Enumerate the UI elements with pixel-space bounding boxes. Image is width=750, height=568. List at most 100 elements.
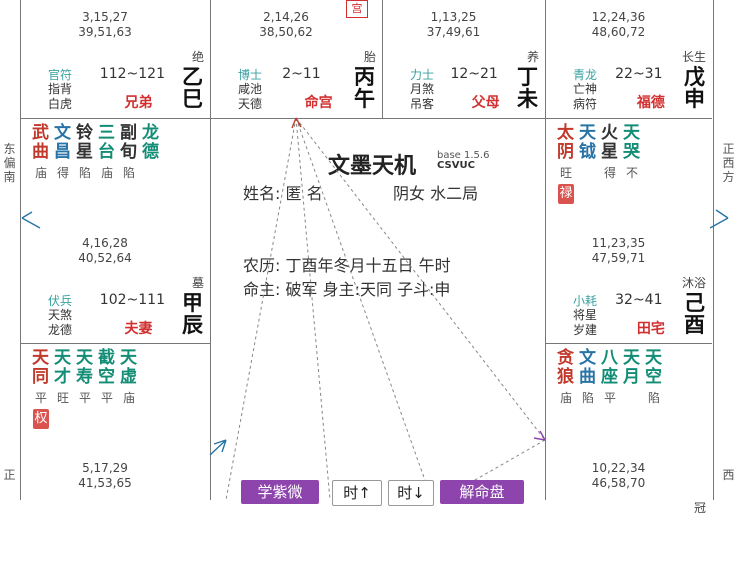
star-brightness: 庙 xyxy=(122,391,135,405)
ganzhi-label: 甲辰 xyxy=(182,291,203,337)
life-stage-label: 胎 xyxy=(363,50,376,64)
star[interactable]: 天空陷 xyxy=(645,349,663,406)
minor-star: 指背 xyxy=(48,82,73,96)
palace-you[interactable]: 太阴旺禄天钺 火星得天哭不 11,23,35 47,59,71 沐浴 己酉 小耗 将星 岁建 32… xyxy=(545,118,712,343)
star[interactable]: 火星得 xyxy=(601,124,619,204)
minor-star: 天德 xyxy=(238,97,263,111)
ganzhi-label: 己酉 xyxy=(684,291,705,337)
age-numbers-line: 38,50,62 xyxy=(259,25,313,39)
age-numbers: 3,15,27 39,51,63 xyxy=(20,10,190,40)
star-name: 武曲 xyxy=(32,123,49,162)
app-title: 文墨天机 xyxy=(328,154,417,179)
name-line: 姓名: 匿 名 xyxy=(243,184,323,203)
star-list: 武曲庙文昌得铃星陷三台庙副旬陷龙德 xyxy=(32,124,160,181)
star[interactable]: 八座平 xyxy=(601,349,619,406)
palace-name[interactable]: 兄弟 xyxy=(125,92,153,112)
direction-label: 东偏南 xyxy=(3,142,16,184)
star-brightness: 庙 xyxy=(34,166,47,180)
star-name: 天月 xyxy=(623,348,640,387)
ganzhi-label: 丁未 xyxy=(517,65,538,111)
minor-star: 天煞 xyxy=(48,308,73,322)
star[interactable]: 文曲陷 xyxy=(579,349,597,406)
star-list: 贪狼庙文曲陷八座平天月 天空陷 xyxy=(557,349,663,406)
star[interactable]: 贪狼庙 xyxy=(557,349,575,406)
star-brightness: 得 xyxy=(603,166,616,180)
star[interactable]: 铃星陷 xyxy=(76,124,94,181)
age-numbers-line: 47,59,71 xyxy=(591,251,646,265)
age-numbers-line: 5,17,29 xyxy=(82,461,128,475)
star[interactable]: 天钺 xyxy=(579,124,597,204)
star[interactable]: 天寿平 xyxy=(76,349,94,429)
minor-star: 亡神 xyxy=(573,82,598,96)
ganzhi-label: 戊申 xyxy=(684,65,705,111)
palace-name[interactable]: 命宫 xyxy=(305,92,333,112)
star[interactable]: 三台庙 xyxy=(98,124,116,181)
star[interactable]: 文昌得 xyxy=(54,124,72,181)
star[interactable]: 副旬陷 xyxy=(120,124,138,181)
star[interactable]: 天同平权 xyxy=(32,349,50,429)
interpret-chart-button[interactable]: 解命盘 xyxy=(440,480,524,504)
life-stage-label: 绝 xyxy=(191,50,204,64)
palace-shen[interactable]: 12,24,36 48,60,72 长生 戊申 青龙 亡神 病符 22~31 福德 xyxy=(545,0,712,118)
changsheng-star: 小耗 xyxy=(573,294,598,308)
star-brightness: 陷 xyxy=(78,166,91,180)
star[interactable]: 截空平 xyxy=(98,349,116,429)
learn-ziwei-button[interactable]: 学紫微 xyxy=(241,480,319,504)
star-name: 天同 xyxy=(32,348,49,387)
palace-name[interactable]: 福德 xyxy=(637,92,665,112)
palace-si[interactable]: 3,15,27 39,51,63 绝乙巳 官符 指背 白虎 112~121 兄弟 xyxy=(20,0,210,118)
star[interactable]: 武曲庙 xyxy=(32,124,50,181)
age-numbers-line: 48,60,72 xyxy=(591,25,646,39)
decade-range: 112~121 xyxy=(99,66,165,82)
star-list: 太阴旺禄天钺 火星得天哭不 xyxy=(557,124,641,204)
star-name: 龙德 xyxy=(142,123,159,162)
changsheng-star: 博士 xyxy=(238,68,263,82)
minor-star: 白虎 xyxy=(48,97,73,111)
palace-xu[interactable]: 贪狼庙文曲陷八座平天月 天空陷 10,22,34 46,58,70 冠 xyxy=(545,343,712,568)
age-numbers-line: 10,22,34 xyxy=(591,461,646,475)
hour-down-button[interactable]: 时↓ xyxy=(388,480,434,506)
star-name: 天空 xyxy=(645,348,662,387)
palace-chen[interactable]: 武曲庙文昌得铃星陷三台庙副旬陷龙德 4,16,28 40,52,64 墓甲辰 伏兵 天煞龙… xyxy=(20,118,210,343)
star-brightness: 不 xyxy=(625,166,638,180)
lunar-date-line: 农历: 丁酉年冬月十五日 午时 xyxy=(243,256,451,275)
changsheng-star: 伏兵 xyxy=(48,294,73,308)
changsheng-star: 官符 xyxy=(48,68,73,82)
hua-badge: 权 xyxy=(33,409,49,429)
star[interactable]: 太阴旺禄 xyxy=(557,124,575,204)
palace-mao[interactable]: 天同平权天才旺天寿平截空平天虚庙 5,17,29 41,53,65 xyxy=(20,343,210,568)
star-brightness: 庙 xyxy=(559,391,572,405)
age-numbers: 12,24,36 48,60,72 xyxy=(545,10,692,40)
age-numbers: 11,23,35 47,59,71 xyxy=(545,236,692,266)
star[interactable]: 天才旺 xyxy=(54,349,72,429)
palace-name[interactable]: 夫妻 xyxy=(125,318,153,338)
age-numbers-line: 2,14,26 xyxy=(263,10,309,24)
star-name: 文昌 xyxy=(54,123,71,162)
brand-label: CSVUC xyxy=(437,160,475,171)
palace-name[interactable]: 父母 xyxy=(472,92,500,112)
life-stage-label: 墓 xyxy=(191,276,204,290)
direction-label: 西 xyxy=(722,468,735,482)
star[interactable]: 天月 xyxy=(623,349,641,406)
star-name: 天才 xyxy=(54,348,71,387)
age-numbers-line: 39,51,63 xyxy=(78,25,132,39)
hour-up-button[interactable]: 时↑ xyxy=(332,480,382,506)
age-numbers-line: 40,52,64 xyxy=(78,251,132,265)
star-name: 天虚 xyxy=(120,348,137,387)
gender-line: 阴女 水二局 xyxy=(393,184,479,203)
star-name: 三台 xyxy=(98,123,115,162)
palace-name[interactable]: 田宅 xyxy=(637,318,665,338)
direction-label: 正 xyxy=(3,468,16,482)
age-numbers: 5,17,29 41,53,65 xyxy=(20,461,190,491)
changsheng-star: 力士 xyxy=(410,68,435,82)
ganzhi-label: 丙午 xyxy=(354,65,375,111)
decade-range: 32~41 xyxy=(615,292,663,308)
star[interactable]: 天虚庙 xyxy=(120,349,138,429)
minor-star: 咸池 xyxy=(238,82,263,96)
star[interactable]: 天哭不 xyxy=(623,124,641,204)
palace-wu[interactable]: 2,14,26 38,50,62 胎丙午 博士 咸池 天德 2~11 命宫 xyxy=(210,0,382,118)
palace-wei[interactable]: 1,13,25 37,49,61 养丁未 力士 月煞 吊客 12~21 父母 xyxy=(382,0,545,118)
star-brightness: 旺 xyxy=(56,391,69,405)
direction-label: 正西方 xyxy=(722,142,735,184)
star[interactable]: 龙德 xyxy=(142,124,160,181)
